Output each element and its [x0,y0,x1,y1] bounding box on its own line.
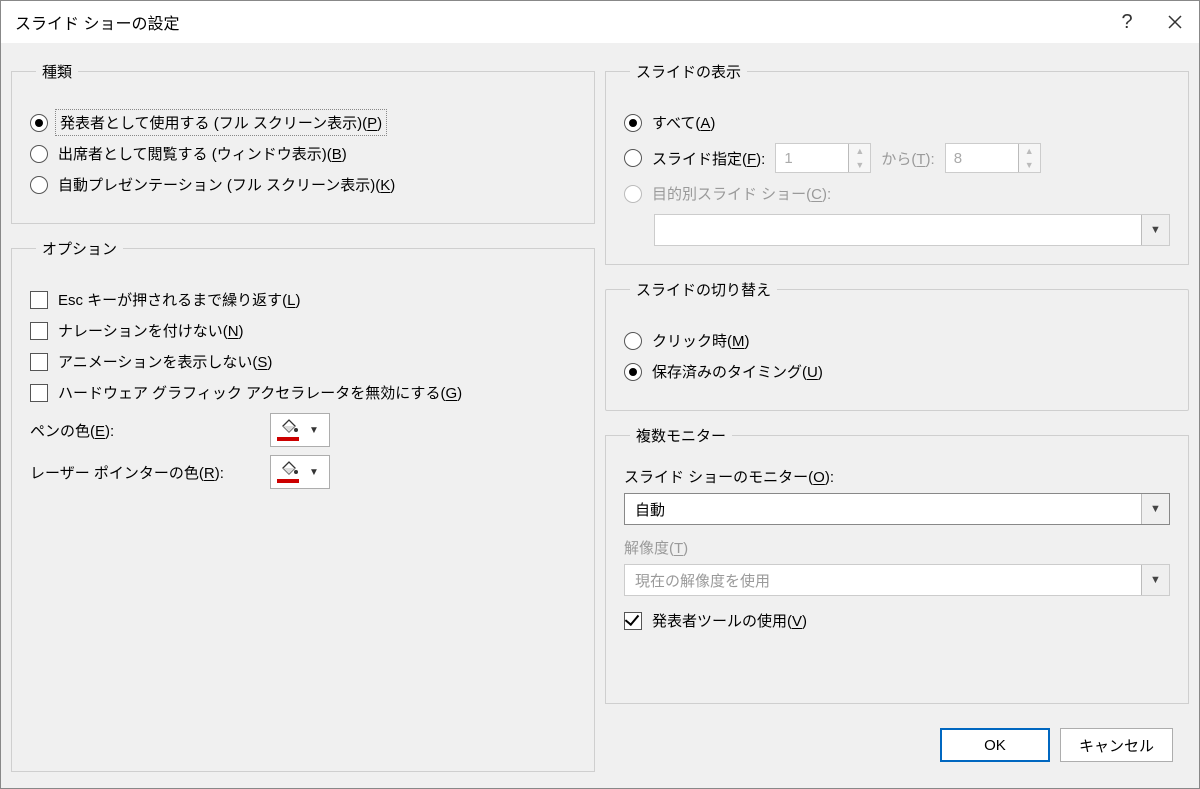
spin-down-icon[interactable]: ▼ [849,158,870,172]
legend-options: オプション [36,238,123,259]
slide-to-input[interactable] [946,144,1018,172]
chevron-down-icon: ▼ [305,467,323,478]
legend-show-slides: スライドの表示 [630,61,747,82]
checkbox-icon [624,612,642,630]
checkbox-icon [30,384,48,402]
radio-advance-manual[interactable]: クリック時(M) [624,330,1170,351]
radio-advance-timings[interactable]: 保存済みのタイミング(U) [624,361,1170,382]
cancel-button[interactable]: キャンセル [1060,728,1173,762]
custom-show-select: ▼ [654,214,1170,246]
dialog-footer: OK キャンセル [605,718,1189,778]
monitor-value: 自動 [635,499,1141,520]
radio-icon [624,363,642,381]
titlebar: スライド ショーの設定 ? [1,1,1199,43]
spin-up-icon[interactable]: ▲ [849,144,870,158]
radio-kiosk[interactable]: 自動プレゼンテーション (フル スクリーン表示)(K) [30,174,576,195]
check-loop[interactable]: Esc キーが押されるまで繰り返す(L) [30,289,576,310]
label-laser-color: レーザー ポインターの色(R): [30,462,260,483]
laser-color-button[interactable]: ▼ [270,455,330,489]
group-advance-slides: スライドの切り替え クリック時(M) 保存済みのタイミング(U) [605,279,1189,411]
chevron-down-icon: ▼ [1141,494,1169,524]
monitor-select[interactable]: 自動 ▼ [624,493,1170,525]
check-no-animation[interactable]: アニメーションを表示しない(S) [30,351,576,372]
label-resolution: 解像度(T) [624,537,1170,558]
radio-custom-show: 目的別スライド ショー(C): [624,183,1170,204]
radio-presenter[interactable]: 発表者として使用する (フル スクリーン表示)(P) [30,112,576,133]
label-monitor: スライド ショーのモニター(O): [624,466,1170,487]
radio-icon [30,176,48,194]
label-to: から(T): [881,148,934,169]
checkbox-icon [30,291,48,309]
legend-advance-slides: スライドの切り替え [630,279,777,300]
group-monitors: 複数モニター スライド ショーのモニター(O): 自動 ▼ 解像度(T) 現在の… [605,425,1189,704]
chevron-down-icon: ▼ [1141,215,1169,245]
legend-monitors: 複数モニター [630,425,732,446]
radio-icon [624,114,642,132]
dialog-title: スライド ショーの設定 [15,10,179,34]
legend-show-type: 種類 [36,61,78,82]
close-button[interactable] [1151,1,1199,43]
radio-slides-range[interactable]: スライド指定(F): [624,148,765,169]
check-presenter-view[interactable]: 発表者ツールの使用(V) [624,610,1170,631]
radio-icon [30,114,48,132]
check-no-narration[interactable]: ナレーションを付けない(N) [30,320,576,341]
chevron-down-icon: ▼ [305,425,323,436]
close-icon [1168,15,1182,29]
pen-color-button[interactable]: ▼ [270,413,330,447]
radio-icon [30,145,48,163]
radio-icon [624,332,642,350]
slideshow-settings-dialog: スライド ショーの設定 ? 種類 発表者として使用する (フル スクリーン表示)… [0,0,1200,789]
checkbox-icon [30,353,48,371]
checkbox-icon [30,322,48,340]
radio-icon [624,149,642,167]
slide-to-spinner[interactable]: ▲▼ [945,143,1041,173]
check-disable-hw-accel[interactable]: ハードウェア グラフィック アクセラレータを無効にする(G) [30,382,576,403]
resolution-value: 現在の解像度を使用 [635,570,1141,591]
group-options: オプション Esc キーが押されるまで繰り返す(L) ナレーションを付けない(N… [11,238,595,772]
radio-icon [624,185,642,203]
paint-bucket-icon [277,461,299,483]
ok-button[interactable]: OK [940,728,1050,762]
slide-from-input[interactable] [776,144,848,172]
spin-down-icon[interactable]: ▼ [1019,158,1040,172]
resolution-select: 現在の解像度を使用 ▼ [624,564,1170,596]
help-button[interactable]: ? [1103,1,1151,43]
radio-browsed[interactable]: 出席者として閲覧する (ウィンドウ表示)(B) [30,143,576,164]
spin-up-icon[interactable]: ▲ [1019,144,1040,158]
paint-bucket-icon [277,419,299,441]
label-pen-color: ペンの色(E): [30,420,260,441]
group-show-slides: スライドの表示 すべて(A) スライド指定(F): ▲▼ から(T): [605,61,1189,265]
radio-slides-all[interactable]: すべて(A) [624,112,1170,133]
chevron-down-icon: ▼ [1141,565,1169,595]
slide-from-spinner[interactable]: ▲▼ [775,143,871,173]
group-show-type: 種類 発表者として使用する (フル スクリーン表示)(P) 出席者として閲覧する… [11,61,595,224]
